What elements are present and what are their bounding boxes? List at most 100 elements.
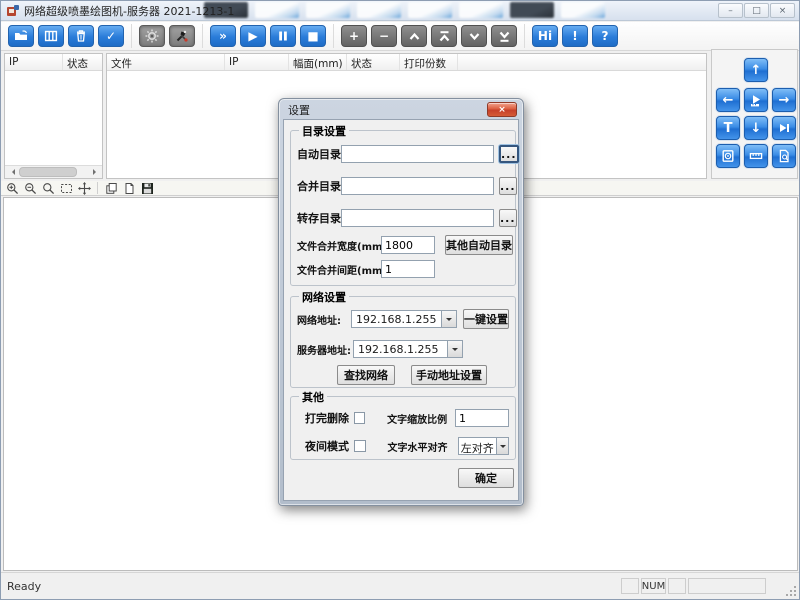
app-window: 网络超级喷墨绘图机-服务器 2021-1213-1 – □ ×	[0, 0, 800, 600]
plot-preview-button[interactable]	[744, 88, 768, 112]
ok-button[interactable]: 确定	[458, 468, 514, 488]
arrow-left-icon: ←	[723, 93, 734, 108]
zoom-in-icon	[6, 182, 19, 195]
layout-columns-button[interactable]	[38, 25, 64, 47]
glass-artifact	[255, 2, 299, 18]
dialog-close-button[interactable]: ×	[487, 102, 517, 117]
remove-button[interactable]: −	[371, 25, 397, 47]
horizontal-scrollbar[interactable]	[5, 165, 102, 178]
pan-button[interactable]	[77, 181, 91, 195]
nav-left-button[interactable]: ←	[716, 88, 740, 112]
settings-button[interactable]	[139, 25, 165, 47]
resize-grip[interactable]	[785, 585, 797, 597]
stop-button[interactable]: ■	[300, 25, 326, 47]
nav-down-button[interactable]: ↓	[744, 116, 768, 140]
save-dir-browse-button[interactable]: ...	[499, 209, 517, 227]
status-pane	[621, 578, 639, 594]
nav-up-button[interactable]: ↑	[744, 58, 768, 82]
move-up-button[interactable]	[401, 25, 427, 47]
one-key-setup-button[interactable]: 一键设置	[463, 309, 509, 329]
add-button[interactable]: +	[341, 25, 367, 47]
settings-dialog: 设置 × 目录设置 自动目录 ... 合并目录 ... 转存目录	[278, 98, 524, 506]
move-top-button[interactable]	[431, 25, 457, 47]
merge-width-input[interactable]	[381, 236, 435, 254]
combo-dropdown-button[interactable]	[447, 340, 463, 358]
column-width-mm[interactable]: 幅面(mm)	[289, 54, 347, 70]
zoom-out-button[interactable]	[23, 181, 37, 195]
arrow-up-icon: ↑	[751, 63, 762, 78]
move-down-button[interactable]	[461, 25, 487, 47]
text-tool-button[interactable]: T	[716, 116, 740, 140]
select-region-button[interactable]	[59, 181, 73, 195]
other-auto-dirs-button[interactable]: 其他自动目录	[445, 235, 513, 255]
confirm-button[interactable]: ✓	[98, 25, 124, 47]
manual-address-button[interactable]: 手动地址设置	[411, 365, 487, 385]
maximize-button[interactable]: □	[744, 3, 769, 18]
night-mode-checkbox[interactable]	[354, 440, 366, 452]
tools-button[interactable]	[169, 25, 195, 47]
delete-button[interactable]	[68, 25, 94, 47]
other-row-1: 打完删除 文字缩放比例	[297, 409, 509, 427]
network-address-row: 网络地址: 192.168.1.255 一键设置	[297, 309, 509, 329]
hi-button[interactable]: Hi	[532, 25, 558, 47]
open-file-button[interactable]	[8, 25, 34, 47]
ruler-button[interactable]	[744, 144, 768, 168]
find-network-button[interactable]: 查找网络	[337, 365, 395, 385]
glass-artifact	[561, 2, 605, 18]
save-button[interactable]	[140, 181, 154, 195]
page-magnifier-icon	[776, 148, 792, 164]
zoom-in-button[interactable]	[5, 181, 19, 195]
question-icon: ?	[602, 29, 609, 43]
warning-button[interactable]: !	[562, 25, 588, 47]
dialog-title: 设置	[288, 104, 310, 117]
text-scale-input[interactable]	[455, 409, 509, 427]
help-button[interactable]: ?	[592, 25, 618, 47]
minimize-button[interactable]: –	[718, 3, 743, 18]
play-button[interactable]: ▶	[240, 25, 266, 47]
page-inspect-button[interactable]	[772, 144, 796, 168]
skip-end-button[interactable]	[772, 116, 796, 140]
dialog-client: 目录设置 自动目录 ... 合并目录 ... 转存目录 ... 文件	[283, 119, 519, 501]
save-dir-input[interactable]	[341, 209, 494, 227]
auto-dir-browse-button[interactable]: ...	[499, 145, 519, 163]
copy-icon	[105, 182, 118, 195]
auto-dir-input[interactable]	[341, 145, 494, 163]
column-ip[interactable]: IP	[5, 54, 63, 70]
server-address-label: 服务器地址:	[297, 342, 353, 357]
paper-roll-button[interactable]	[716, 144, 740, 168]
zoom-reset-button[interactable]	[41, 181, 55, 195]
ruler-icon	[748, 148, 764, 164]
text-align-select[interactable]: 左对齐	[458, 437, 509, 455]
job-list-header: 文件 IP 幅面(mm) 状态 打印份数	[107, 54, 706, 71]
scroll-right-arrow[interactable]	[89, 166, 102, 178]
server-address-combo[interactable]: 192.168.1.255	[353, 340, 463, 358]
fast-forward-button[interactable]: »	[210, 25, 236, 47]
column-file[interactable]: 文件	[107, 54, 225, 70]
toolbar-separator	[333, 24, 334, 48]
toolbar-separator	[202, 24, 203, 48]
auto-dir-label: 自动目录	[297, 146, 341, 162]
pause-button[interactable]	[270, 25, 296, 47]
column-ip[interactable]: IP	[225, 54, 289, 70]
column-status[interactable]: 状态	[63, 54, 102, 70]
chevron-down-icon	[446, 318, 452, 324]
merge-dir-input[interactable]	[341, 177, 494, 195]
copy-page-button[interactable]	[104, 181, 118, 195]
scroll-left-arrow[interactable]	[5, 166, 18, 178]
combo-dropdown-button[interactable]	[441, 310, 457, 328]
column-copies[interactable]: 打印份数	[400, 54, 458, 70]
chevron-up-icon	[407, 29, 422, 44]
merge-gap-input[interactable]	[381, 260, 435, 278]
delete-after-print-checkbox[interactable]	[354, 412, 365, 424]
merge-dir-browse-button[interactable]: ...	[499, 177, 517, 195]
close-button[interactable]: ×	[770, 3, 795, 18]
column-status[interactable]: 状态	[347, 54, 400, 70]
move-bottom-button[interactable]	[491, 25, 517, 47]
titlebar[interactable]: 网络超级喷墨绘图机-服务器 2021-1213-1 – □ ×	[1, 1, 799, 21]
page-preview-button[interactable]	[122, 181, 136, 195]
triangle-right-icon	[93, 169, 99, 175]
combo-dropdown-button[interactable]	[496, 437, 509, 455]
nav-right-button[interactable]: →	[772, 88, 796, 112]
scrollbar-thumb[interactable]	[19, 167, 77, 177]
network-address-combo[interactable]: 192.168.1.255	[351, 310, 457, 328]
